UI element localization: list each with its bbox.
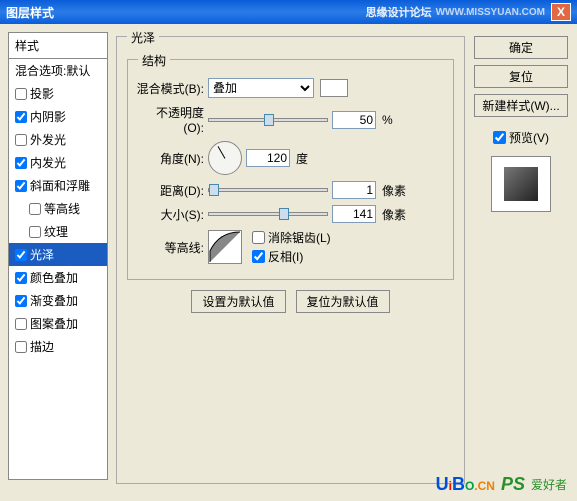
group-legend: 光泽 <box>127 29 159 46</box>
style-item-patternoverlay[interactable]: 图案叠加 <box>9 312 107 335</box>
style-item-dropshadow[interactable]: 投影 <box>9 82 107 105</box>
brand-url: WWW.MISSYUAN.COM <box>436 7 545 18</box>
title-bar: 图层样式 思缘设计论坛 WWW.MISSYUAN.COM X <box>0 0 577 24</box>
style-item-innerglow[interactable]: 内发光 <box>9 151 107 174</box>
contour-label: 等高线: <box>136 239 204 256</box>
checkbox-texture[interactable] <box>29 226 41 238</box>
antialias-check-row[interactable]: 消除锯齿(L) <box>252 229 331 246</box>
checkbox-satin[interactable] <box>15 249 27 261</box>
checkbox-dropshadow[interactable] <box>15 88 27 100</box>
style-item-stroke[interactable]: 描边 <box>9 335 107 358</box>
invert-check-row[interactable]: 反相(I) <box>252 248 331 265</box>
ok-button[interactable]: 确定 <box>474 36 568 59</box>
style-item-contour[interactable]: 等高线 <box>9 197 107 220</box>
cancel-button[interactable]: 复位 <box>474 65 568 88</box>
structure-legend: 结构 <box>138 52 170 69</box>
size-slider[interactable] <box>208 212 328 216</box>
style-item-gradientoverlay[interactable]: 渐变叠加 <box>9 289 107 312</box>
checkbox-innerglow[interactable] <box>15 157 27 169</box>
invert-checkbox[interactable] <box>252 250 265 263</box>
distance-label: 距离(D): <box>136 182 204 199</box>
window-title: 图层样式 <box>6 4 366 21</box>
watermark: UiBO.CN PS 爱好者 <box>436 474 567 495</box>
make-default-button[interactable]: 设置为默认值 <box>191 290 285 313</box>
styles-list: 样式 混合选项:默认 投影 内阴影 外发光 内发光 斜面和浮雕 等高线 纹理 光… <box>8 32 108 480</box>
opacity-unit: % <box>382 113 393 127</box>
style-item-bevel[interactable]: 斜面和浮雕 <box>9 174 107 197</box>
structure-group: 结构 混合模式(B): 叠加 不透明度(O): % 角度(N): 度 <box>127 59 454 280</box>
size-label: 大小(S): <box>136 206 204 223</box>
slider-thumb-icon[interactable] <box>279 208 289 220</box>
new-style-button[interactable]: 新建样式(W)... <box>474 94 568 117</box>
watermark-uibo: UiBO.CN <box>436 474 495 495</box>
style-item-outerglow[interactable]: 外发光 <box>9 128 107 151</box>
checkbox-bevel[interactable] <box>15 180 27 192</box>
checkbox-coloroverlay[interactable] <box>15 272 27 284</box>
preview-check-row[interactable]: 预览(V) <box>493 129 549 146</box>
reset-default-button[interactable]: 复位为默认值 <box>296 290 390 313</box>
angle-input[interactable] <box>246 149 290 167</box>
checkbox-patternoverlay[interactable] <box>15 318 27 330</box>
style-item-coloroverlay[interactable]: 颜色叠加 <box>9 266 107 289</box>
satin-group: 光泽 结构 混合模式(B): 叠加 不透明度(O): % 角度(N): <box>116 36 465 484</box>
style-item-satin[interactable]: 光泽 <box>9 243 107 266</box>
opacity-slider[interactable] <box>208 118 328 122</box>
opacity-input[interactable] <box>332 111 376 129</box>
blend-mode-label: 混合模式(B): <box>136 80 204 97</box>
distance-input[interactable] <box>332 181 376 199</box>
watermark-ps: PS <box>501 474 525 495</box>
size-input[interactable] <box>332 205 376 223</box>
styles-header[interactable]: 样式 <box>9 33 107 59</box>
checkbox-innershadow[interactable] <box>15 111 27 123</box>
blend-color-swatch[interactable] <box>320 79 348 97</box>
angle-unit: 度 <box>296 150 308 167</box>
checkbox-contour[interactable] <box>29 203 41 215</box>
checkbox-gradientoverlay[interactable] <box>15 295 27 307</box>
brand-text: 思缘设计论坛 <box>366 4 432 20</box>
checkbox-stroke[interactable] <box>15 341 27 353</box>
size-unit: 像素 <box>382 206 406 223</box>
watermark-text: 爱好者 <box>531 476 567 493</box>
distance-unit: 像素 <box>382 182 406 199</box>
slider-thumb-icon[interactable] <box>209 184 219 196</box>
slider-thumb-icon[interactable] <box>264 114 274 126</box>
preview-swatch <box>504 167 538 201</box>
checkbox-outerglow[interactable] <box>15 134 27 146</box>
contour-picker[interactable] <box>208 230 242 264</box>
opacity-label: 不透明度(O): <box>136 104 204 135</box>
antialias-checkbox[interactable] <box>252 231 265 244</box>
close-button[interactable]: X <box>551 3 571 21</box>
angle-label: 角度(N): <box>136 150 204 167</box>
contour-curve-icon <box>209 231 241 263</box>
style-item-blending[interactable]: 混合选项:默认 <box>9 59 107 82</box>
angle-dial[interactable] <box>208 141 242 175</box>
style-item-texture[interactable]: 纹理 <box>9 220 107 243</box>
close-icon: X <box>557 5 565 19</box>
preview-box <box>491 156 551 212</box>
distance-slider[interactable] <box>208 188 328 192</box>
preview-checkbox[interactable] <box>493 131 506 144</box>
blend-mode-select[interactable]: 叠加 <box>208 78 314 98</box>
style-item-innershadow[interactable]: 内阴影 <box>9 105 107 128</box>
